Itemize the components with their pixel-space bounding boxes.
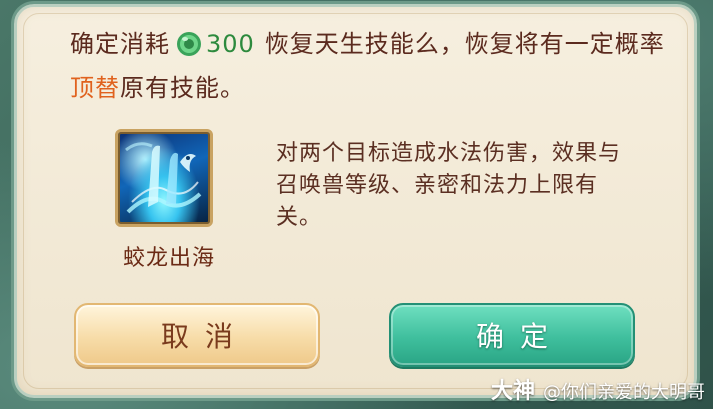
watermark-logo: 大神 <box>490 379 535 404</box>
cost-amount: 300 <box>206 30 255 58</box>
message-suffix: 原有技能。 <box>120 74 245 102</box>
cancel-button[interactable]: 取消 <box>74 303 320 367</box>
jade-coin-icon <box>176 27 202 56</box>
water-dragon-skill-icon[interactable] <box>115 129 213 227</box>
skill-name: 蛟龙出海 <box>122 246 215 271</box>
message-highlight: 顶替 <box>70 74 120 102</box>
watermark-text: @你们亲爱的大明哥 <box>543 382 705 403</box>
message-prefix: 确定消耗 <box>70 30 170 58</box>
watermark: 大神 @你们亲爱的大明哥 <box>491 373 705 405</box>
confirm-button[interactable]: 确定 <box>389 303 635 367</box>
confirm-message: 确定消耗 300 恢复天生技能么，恢复将有一定概率顶替原有技能。 <box>70 22 670 110</box>
message-middle: 恢复天生技能么，恢复将有一定概率 <box>264 30 665 58</box>
skill-description: 对两个目标造成水法伤害，效果与召唤兽等级、亲密和法力上限有关。 <box>276 141 622 230</box>
